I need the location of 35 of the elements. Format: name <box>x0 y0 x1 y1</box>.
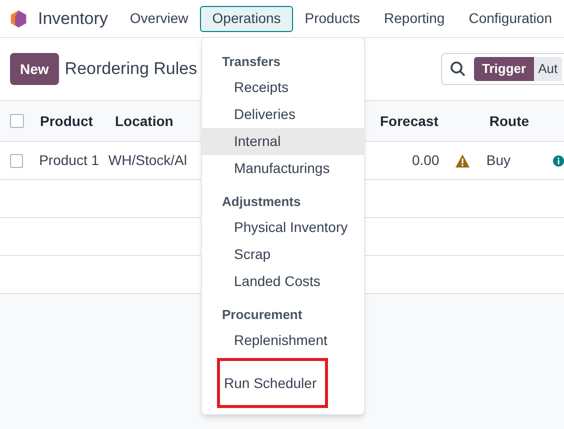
table-cell-text: WH/Stock/Al <box>108 151 188 170</box>
page-title: Reordering Rules <box>64 58 198 80</box>
table-cell-text: 0.00 <box>410 151 440 170</box>
search-icon <box>450 61 466 77</box>
column-header[interactable]: Forecast <box>380 110 438 132</box>
section-header: Transfers <box>221 53 282 71</box>
dropdown-item[interactable]: Receipts <box>202 74 364 101</box>
menu-tab[interactable]: Products <box>292 6 372 32</box>
search-facet[interactable]: Aut <box>534 57 562 81</box>
table-cell-text: Buy <box>486 151 512 170</box>
search-field[interactable]: Trigger Aut <box>441 53 564 85</box>
menu-tab[interactable]: Operations <box>200 6 293 32</box>
menu-tab[interactable]: Overview <box>118 6 200 32</box>
dropdown-item[interactable]: Internal <box>202 128 364 155</box>
section-header: Procurement <box>221 306 304 324</box>
row-checkbox[interactable] <box>10 154 24 168</box>
app-title[interactable]: Inventory <box>38 6 108 32</box>
dropdown-item[interactable]: Run Scheduler <box>217 358 328 408</box>
dropdown-item[interactable]: Landed Costs <box>202 268 364 295</box>
menu-tab[interactable]: Configuration <box>456 6 564 32</box>
table-cell-text: Product 1 <box>39 151 100 170</box>
new-button[interactable]: New <box>10 53 59 85</box>
select-all-checkbox[interactable] <box>10 114 24 128</box>
column-header[interactable]: Route <box>489 110 530 132</box>
dropdown-item[interactable]: Deliveries <box>202 101 364 128</box>
menu-tab[interactable]: Reporting <box>372 6 457 32</box>
dropdown-item[interactable]: Replenishment <box>202 327 364 354</box>
logo-icon <box>10 8 27 30</box>
dropdown-item[interactable]: Physical Inventory <box>202 214 364 241</box>
dropdown-item[interactable]: Scrap <box>202 241 364 268</box>
section-header: Adjustments <box>221 193 302 211</box>
info-icon[interactable] <box>552 154 564 166</box>
dropdown-item[interactable]: Manufacturings <box>202 155 364 182</box>
column-header[interactable]: Product <box>40 110 115 132</box>
search-facet[interactable]: Trigger <box>474 57 534 81</box>
